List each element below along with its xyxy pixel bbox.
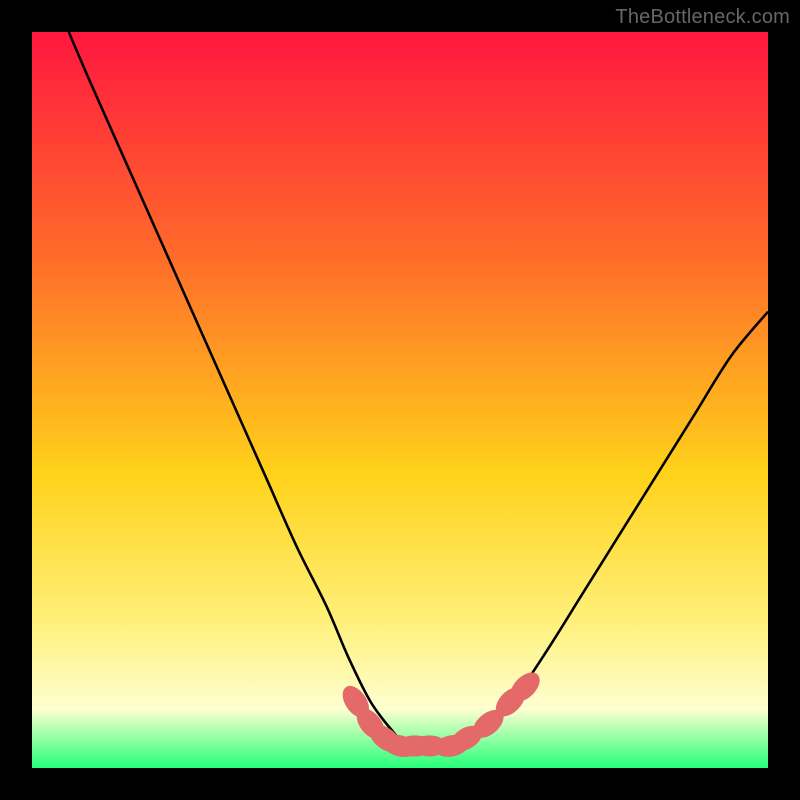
plot-area (32, 32, 768, 768)
attribution-text: TheBottleneck.com (615, 6, 790, 29)
chart-svg (32, 32, 768, 768)
chart-frame: TheBottleneck.com (0, 0, 800, 800)
gradient-background (32, 32, 768, 768)
